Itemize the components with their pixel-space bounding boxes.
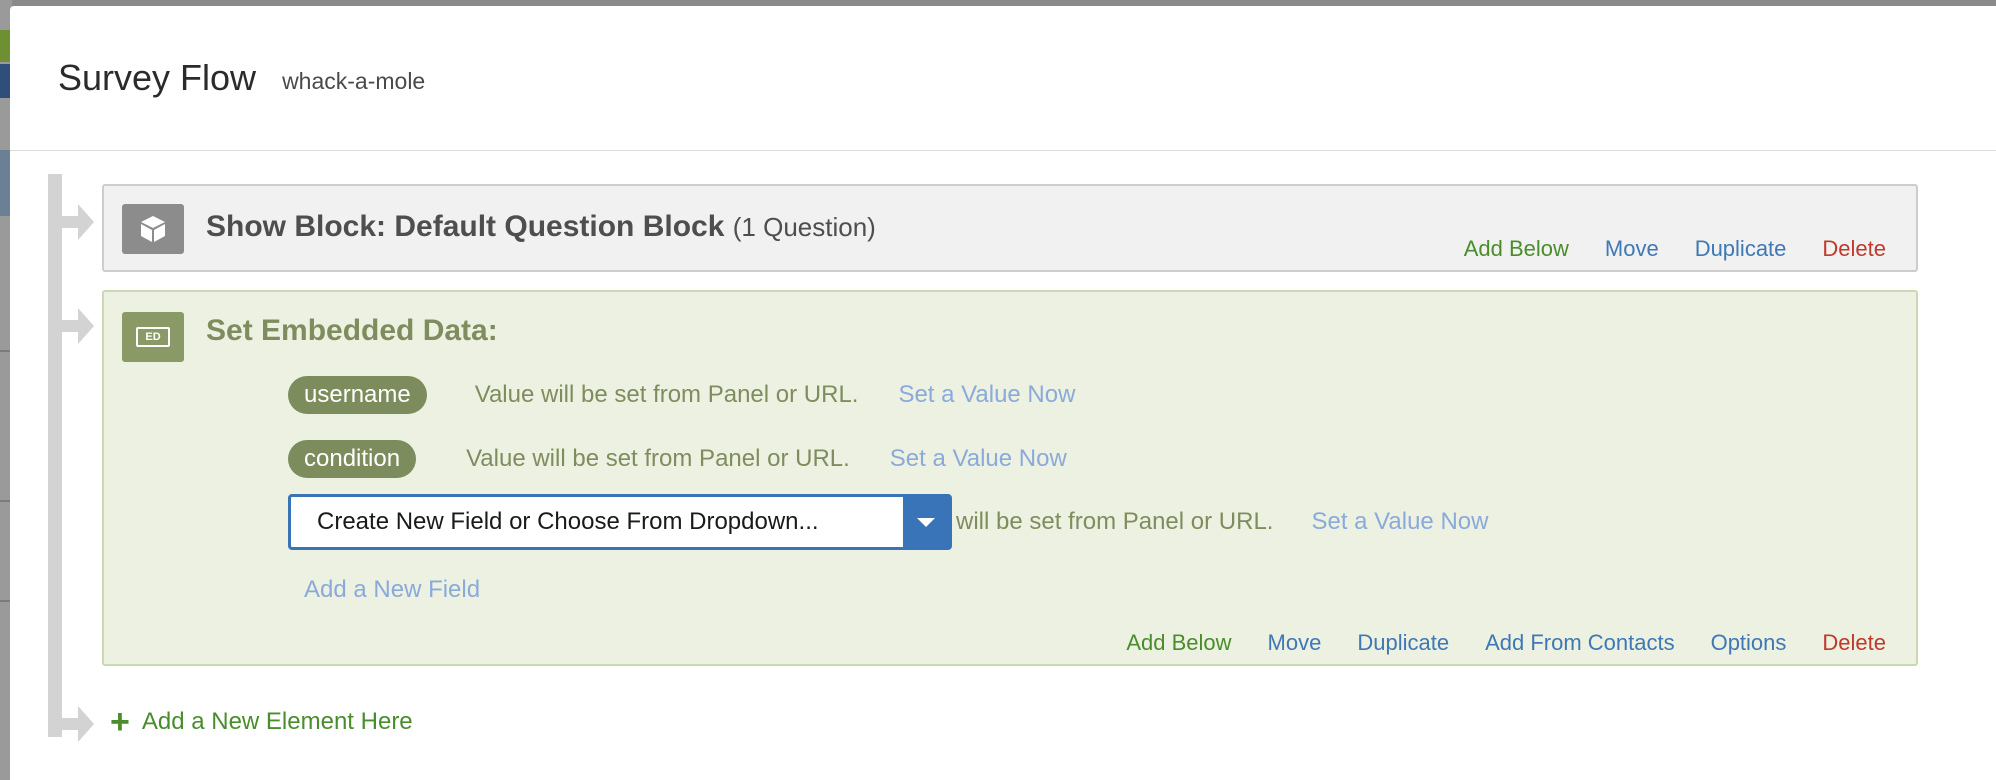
set-value-link[interactable]: Set a Value Now bbox=[890, 445, 1067, 473]
block-title-text: Show Block: Default Question Block bbox=[206, 210, 725, 243]
survey-flow-modal: Survey Flow whack-a-mole Show Block: Def… bbox=[10, 6, 1996, 780]
set-value-link[interactable]: Set a Value Now bbox=[1311, 508, 1488, 536]
add-below-button[interactable]: Add Below bbox=[1126, 630, 1231, 656]
field-pill-condition[interactable]: condition bbox=[288, 440, 417, 478]
move-button[interactable]: Move bbox=[1605, 236, 1659, 262]
plus-icon: + bbox=[110, 703, 130, 741]
field-note: Value will be set from Panel or URL. bbox=[466, 445, 850, 472]
show-block[interactable]: Show Block: Default Question Block (1 Qu… bbox=[102, 184, 1918, 272]
question-count: (1 Question) bbox=[732, 212, 876, 242]
flow-rail bbox=[48, 174, 62, 737]
ed-badge: ED bbox=[136, 327, 170, 347]
flow-arrow bbox=[62, 706, 94, 742]
flow-arrow bbox=[62, 204, 94, 240]
field-note: e will be set from Panel or URL. bbox=[936, 508, 1274, 535]
flow-arrow bbox=[62, 308, 94, 344]
cube-icon bbox=[122, 204, 184, 254]
field-name-input[interactable]: Create New Field or Choose From Dropdown… bbox=[291, 497, 903, 547]
add-below-button[interactable]: Add Below bbox=[1464, 236, 1569, 262]
block-title: Show Block: Default Question Block (1 Qu… bbox=[206, 210, 876, 244]
duplicate-button[interactable]: Duplicate bbox=[1357, 630, 1449, 656]
delete-button[interactable]: Delete bbox=[1822, 236, 1886, 262]
field-pill-username[interactable]: username bbox=[288, 376, 427, 414]
add-new-element-link[interactable]: + Add a New Element Here bbox=[110, 703, 413, 741]
embedded-data-icon: ED bbox=[122, 312, 184, 362]
delete-button[interactable]: Delete bbox=[1822, 630, 1886, 656]
field-note: Value will be set from Panel or URL. bbox=[474, 381, 859, 408]
survey-name: whack-a-mole bbox=[282, 67, 426, 94]
block-actions: Add Below Move Duplicate Add From Contac… bbox=[1126, 630, 1886, 656]
add-new-element-label: Add a New Element Here bbox=[141, 708, 413, 735]
block-actions: Add Below Move Duplicate Delete bbox=[1464, 236, 1886, 262]
field-row: Create New Field or Choose From Dropdown… bbox=[288, 494, 1488, 550]
duplicate-button[interactable]: Duplicate bbox=[1695, 236, 1787, 262]
embedded-data-block[interactable]: ED Set Embedded Data: username Value wil… bbox=[102, 290, 1918, 666]
dropdown-toggle-button[interactable] bbox=[903, 497, 949, 547]
set-value-link[interactable]: Set a Value Now bbox=[898, 381, 1075, 409]
add-from-contacts-button[interactable]: Add From Contacts bbox=[1485, 630, 1675, 656]
options-button[interactable]: Options bbox=[1711, 630, 1787, 656]
field-row: condition Value will be set from Panel o… bbox=[288, 440, 1067, 478]
field-name-combobox[interactable]: Create New Field or Choose From Dropdown… bbox=[288, 494, 952, 550]
add-new-field-link[interactable]: Add a New Field bbox=[304, 576, 480, 604]
block-title: Set Embedded Data: bbox=[206, 314, 498, 347]
move-button[interactable]: Move bbox=[1268, 630, 1322, 656]
page-title: Survey Flow bbox=[58, 57, 257, 98]
chevron-down-icon bbox=[917, 517, 935, 527]
modal-header: Survey Flow whack-a-mole bbox=[10, 6, 1996, 151]
field-row: username Value will be set from Panel or… bbox=[288, 376, 1075, 414]
